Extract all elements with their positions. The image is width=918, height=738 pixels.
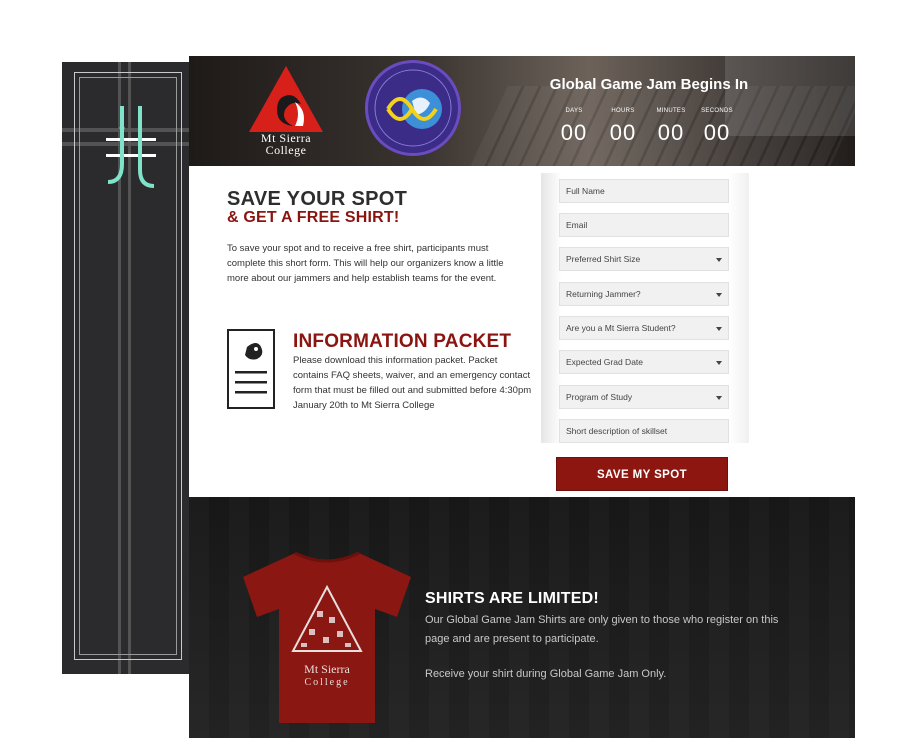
- countdown-value: 00: [609, 120, 637, 145]
- info-packet-text: Please download this information packet.…: [293, 355, 532, 411]
- countdown-days: DAYS 00: [551, 108, 597, 146]
- free-shirt-subtitle: & GET A FREE SHIRT!: [227, 209, 400, 226]
- save-spot-title: SAVE YOUR SPOT: [227, 188, 408, 210]
- shirt-text-line1: Mt Sierra: [304, 662, 350, 676]
- countdown-label: DAYS: [565, 108, 583, 114]
- returning-jammer-select[interactable]: Returning Jammer?: [559, 282, 729, 306]
- countdown-minutes: MINUTES 00: [648, 108, 694, 146]
- shirts-limited-title: SHIRTS ARE LIMITED!: [425, 590, 599, 607]
- countdown-value: 00: [703, 120, 731, 145]
- countdown-value: 00: [560, 120, 588, 145]
- college-name-line2: College: [265, 143, 307, 157]
- shirt-text-line2: College: [304, 677, 349, 688]
- skillset-field[interactable]: Short description of skillset: [559, 419, 729, 443]
- countdown-title: Global Game Jam Begins In: [549, 76, 749, 93]
- shirt-size-select[interactable]: Preferred Shirt Size: [559, 247, 729, 271]
- college-name: Mt Sierra College: [241, 132, 331, 156]
- landing-page: Mt Sierra College Global Game Jam Begins…: [189, 56, 855, 738]
- countdown-value: 00: [657, 120, 685, 145]
- grad-date-select[interactable]: Expected Grad Date: [559, 350, 729, 374]
- monitor-photo: [725, 56, 855, 136]
- email-field[interactable]: Email: [559, 213, 729, 237]
- jt-logo: [106, 106, 156, 188]
- shirts-receive-text: Receive your shirt during Global Game Ja…: [425, 668, 667, 680]
- student-status-select[interactable]: Are you a Mt Sierra Student?: [559, 316, 729, 340]
- countdown-hours: HOURS 00: [600, 108, 646, 146]
- countdown-label: HOURS: [611, 108, 635, 114]
- info-packet-title[interactable]: INFORMATION PACKET: [293, 331, 511, 353]
- full-name-field[interactable]: Full Name: [559, 179, 729, 203]
- document-download-icon[interactable]: [227, 329, 275, 409]
- countdown-label: SECONDS: [701, 108, 733, 114]
- countdown-label: MINUTES: [656, 108, 686, 114]
- shirts-limited-text: Our Global Game Jam Shirts are only give…: [425, 614, 779, 645]
- shirts-section: Mt Sierra College SHIRTS ARE LIMITED! Ou…: [189, 497, 855, 738]
- tshirt-image: Mt Sierra College: [243, 551, 411, 723]
- intro-text: To save your spot and to receive a free …: [227, 243, 504, 284]
- back-card-panel: [62, 62, 196, 674]
- program-of-study-select[interactable]: Program of Study: [559, 385, 729, 409]
- countdown-seconds: SECONDS 00: [694, 108, 740, 146]
- global-game-jam-logo: [365, 60, 461, 156]
- save-my-spot-button[interactable]: SAVE MY SPOT: [556, 457, 728, 491]
- hero-header: Mt Sierra College Global Game Jam Begins…: [189, 56, 855, 166]
